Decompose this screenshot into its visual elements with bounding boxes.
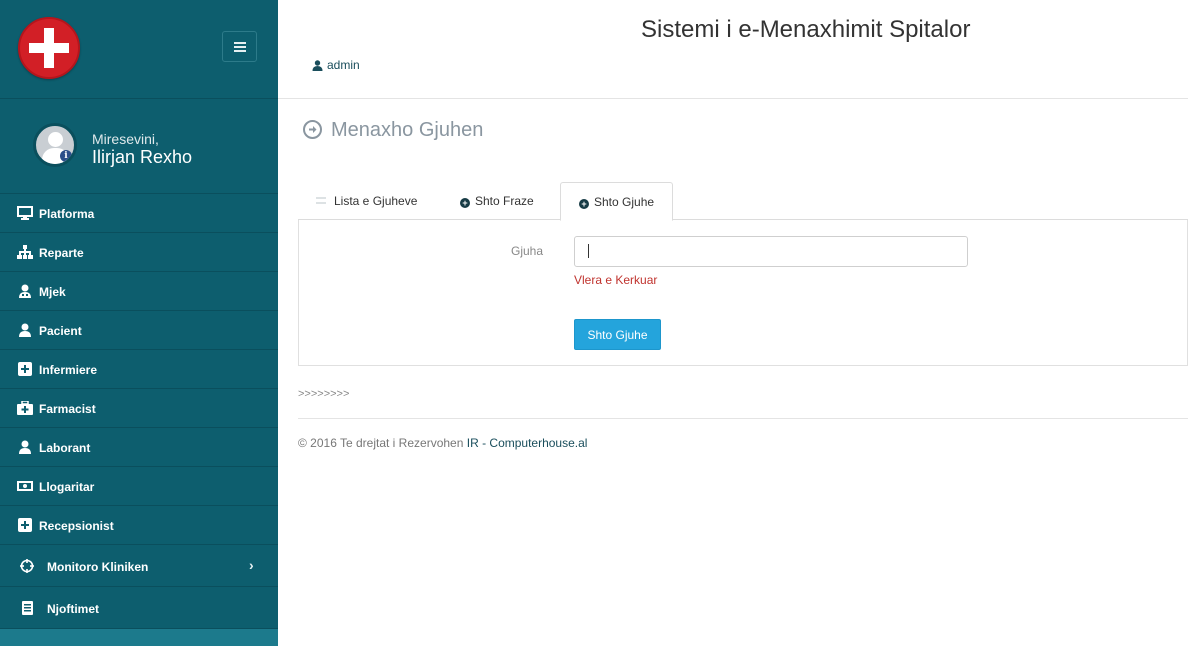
tab-shto-fraze[interactable]: + Shto Fraze — [448, 190, 546, 214]
info-icon: i — [60, 150, 72, 162]
footer: © 2016 Te drejtat i Rezervohen IR - Comp… — [298, 418, 1188, 450]
sidebar-item-label: Reparte — [39, 246, 84, 260]
copyright-text: © 2016 Te drejtat i Rezervohen — [298, 436, 464, 450]
tab-lista-e-gjuheve[interactable]: Lista e Gjuheve — [304, 190, 429, 214]
sidebar-item-laborant[interactable]: Laborant — [0, 428, 278, 467]
arrows-text: >>>>>>>> — [298, 388, 350, 400]
tab-label: Shto Gjuhe — [594, 195, 655, 209]
list-icon — [316, 197, 326, 204]
sidebar-item-infermiere[interactable]: Infermiere — [0, 350, 278, 389]
medkit-icon — [17, 401, 33, 415]
user-panel: i Miresevini, Ilirjan Rexho — [0, 99, 278, 194]
section-heading-text: Menaxho Gjuhen — [331, 119, 484, 141]
sidebar-item-njoftimet[interactable]: Njoftimet — [0, 587, 278, 629]
sidebar-item-label: Mjek — [39, 285, 66, 299]
validation-error: Vlera e Kerkuar — [574, 273, 658, 287]
sidebar-item-active-partial[interactable] — [0, 629, 278, 646]
sidebar-item-pacient[interactable]: Pacient — [0, 311, 278, 350]
sidebar-item-farmacist[interactable]: Farmacist — [0, 389, 278, 428]
sidebar-item-platforma[interactable]: Platforma — [0, 194, 278, 233]
arrow-circle-right-icon — [303, 120, 322, 139]
list-icon — [22, 601, 33, 615]
user-icon — [19, 323, 31, 337]
tab-label: Lista e Gjuheve — [334, 194, 418, 208]
admin-label: admin — [327, 58, 360, 72]
sidebar-item-recepsionist[interactable]: Recepsionist — [0, 506, 278, 545]
top-bar: Sistemi i e-Menaxhimit Spitalor admin — [278, 0, 1188, 99]
text-caret — [588, 244, 589, 258]
sidebar-item-llogaritar[interactable]: Llogaritar — [0, 467, 278, 506]
user-md-icon — [19, 284, 31, 298]
section-heading: Menaxho Gjuhen — [303, 119, 483, 142]
avatar: i — [33, 123, 77, 167]
money-icon — [17, 481, 33, 491]
language-field-label: Gjuha — [511, 244, 544, 258]
sidebar-item-label: Farmacist — [39, 402, 96, 416]
plus-square-icon — [18, 518, 32, 532]
chevron-right-icon: › — [249, 557, 254, 573]
sidebar-item-label: Platforma — [39, 207, 95, 221]
crosshair-icon — [20, 559, 34, 573]
user-icon — [312, 60, 323, 71]
add-language-button[interactable]: Shto Gjuhe — [574, 319, 661, 350]
add-language-form: Gjuha Vlera e Kerkuar Shto Gjuhe — [298, 220, 1188, 366]
sidebar-item-label: Recepsionist — [39, 519, 114, 533]
language-input[interactable] — [574, 236, 968, 267]
sidebar-item-label: Monitoro Kliniken — [47, 560, 149, 574]
page-title: Sistemi i e-Menaxhimit Spitalor — [641, 16, 971, 43]
sidebar-header — [0, 0, 278, 99]
sidebar-item-label: Llogaritar — [39, 480, 95, 494]
sitemap-icon — [17, 245, 33, 259]
tab-bar: Lista e Gjuheve + Shto Fraze + Shto Gjuhe — [298, 182, 1188, 221]
plus-square-icon — [18, 362, 32, 376]
sidebar-item-label: Laborant — [39, 441, 91, 455]
sidebar-item-monitoro-kliniken[interactable]: Monitoro Kliniken › — [0, 545, 278, 587]
tab-label: Shto Fraze — [475, 194, 534, 208]
plus-circle-icon: + — [579, 199, 589, 209]
greeting-text: Miresevini, — [92, 131, 159, 147]
sidebar: i Miresevini, Ilirjan Rexho Platforma Re… — [0, 0, 278, 646]
sidebar-item-label: Infermiere — [39, 363, 98, 377]
menu-toggle-button[interactable] — [222, 31, 257, 62]
user-icon — [19, 440, 31, 454]
sidebar-item-reparte[interactable]: Reparte — [0, 233, 278, 272]
sidebar-item-mjek[interactable]: Mjek — [0, 272, 278, 311]
admin-user-link[interactable]: admin — [312, 58, 360, 72]
sidebar-item-label: Njoftimet — [47, 602, 99, 616]
desktop-icon — [17, 206, 33, 220]
sidebar-item-label: Pacient — [39, 324, 82, 338]
hospital-logo[interactable] — [18, 17, 80, 79]
footer-link[interactable]: IR - Computerhouse.al — [467, 436, 588, 450]
user-name: Ilirjan Rexho — [92, 147, 193, 167]
plus-circle-icon: + — [460, 198, 470, 208]
tab-shto-gjuhe[interactable]: + Shto Gjuhe — [560, 182, 674, 221]
